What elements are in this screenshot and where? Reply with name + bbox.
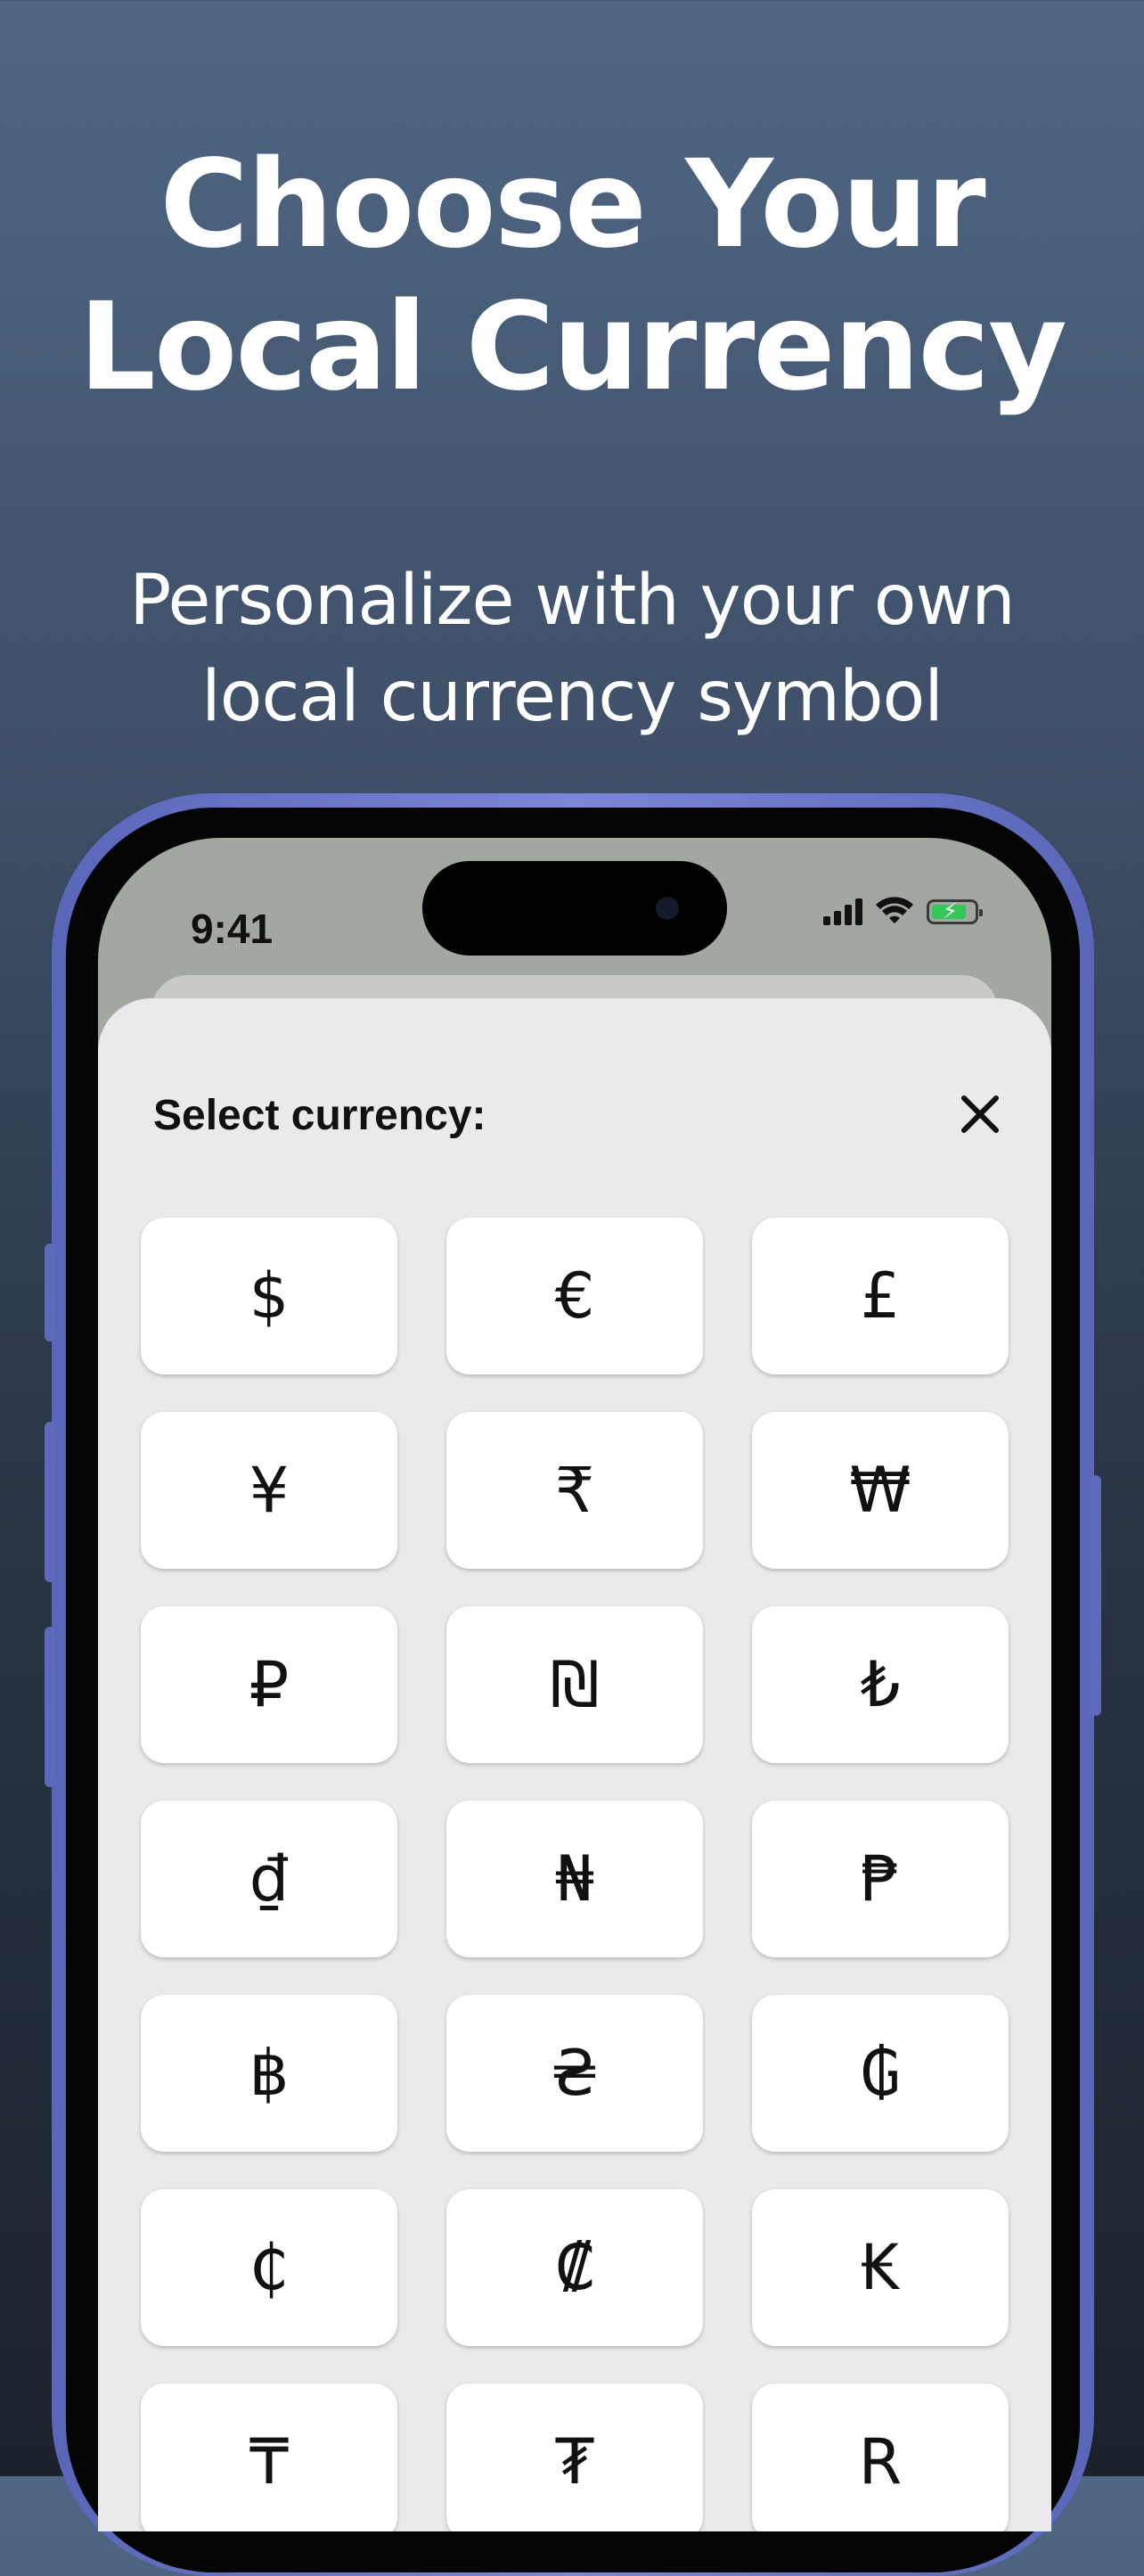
currency-button-lira[interactable]: ₺ (752, 1606, 1009, 1763)
front-camera (656, 897, 679, 920)
currency-button-ruble[interactable]: ₽ (141, 1606, 397, 1763)
phone-screen: 9:41 ⚡ Select currency: $ € £ ¥ ₹ ₩ ₽ ₪ … (98, 838, 1051, 2531)
currency-button-colon[interactable]: ₡ (446, 2189, 703, 2346)
headline-line-1: Choose Your (159, 135, 985, 275)
currency-button-guarani[interactable]: ₲ (752, 1995, 1009, 2152)
signal-icon (823, 898, 862, 925)
phone-volume-up-button (45, 1422, 55, 1582)
currency-button-euro[interactable]: € (446, 1218, 703, 1374)
currency-button-rupee[interactable]: ₹ (446, 1412, 703, 1569)
sheet-title: Select currency: (153, 1092, 486, 1139)
currency-button-shekel[interactable]: ₪ (446, 1606, 703, 1763)
status-icons: ⚡ (823, 890, 983, 934)
currency-button-rand[interactable]: R (752, 2383, 1009, 2531)
close-icon (961, 1095, 999, 1133)
subheadline-line-1: Personalize with your own (129, 561, 1015, 641)
currency-button-baht[interactable]: ฿ (141, 1995, 397, 2152)
currency-button-dong[interactable]: ₫ (141, 1801, 397, 1957)
currency-button-cedi[interactable]: ₵ (141, 2189, 397, 2346)
currency-button-naira[interactable]: ₦ (446, 1801, 703, 1957)
currency-button-won[interactable]: ₩ (752, 1412, 1009, 1569)
currency-button-kip[interactable]: ₭ (752, 2189, 1009, 2346)
currency-button-dollar[interactable]: $ (141, 1218, 397, 1374)
currency-button-yen[interactable]: ¥ (141, 1412, 397, 1569)
phone-power-button (1091, 1475, 1101, 1716)
currency-button-tugrik[interactable]: ₮ (446, 2383, 703, 2531)
currency-grid: $ € £ ¥ ₹ ₩ ₽ ₪ ₺ ₫ ₦ ₱ ฿ ₴ ₲ ₵ ₡ ₭ ₸ ₮ … (141, 1218, 1009, 2531)
currency-button-pound[interactable]: £ (752, 1218, 1009, 1374)
dynamic-island (422, 861, 727, 956)
phone-action-button (45, 1243, 55, 1341)
currency-button-tenge[interactable]: ₸ (141, 2383, 397, 2531)
subheadline: Personalize with your own local currency… (0, 553, 1144, 745)
phone-volume-down-button (45, 1627, 55, 1787)
status-time: 9:41 (190, 906, 274, 952)
headline-line-2: Local Currency (78, 277, 1067, 418)
headline: Choose Your Local Currency (0, 134, 1144, 419)
wifi-icon (876, 897, 913, 923)
close-button[interactable] (953, 1087, 1007, 1141)
battery-charging-icon: ⚡ (927, 898, 983, 924)
subheadline-line-2: local currency symbol (201, 657, 944, 737)
currency-button-peso[interactable]: ₱ (752, 1801, 1009, 1957)
currency-sheet: Select currency: $ € £ ¥ ₹ ₩ ₽ ₪ ₺ ₫ ₦ ₱… (98, 998, 1051, 2531)
currency-button-hryvnia[interactable]: ₴ (446, 1995, 703, 2152)
